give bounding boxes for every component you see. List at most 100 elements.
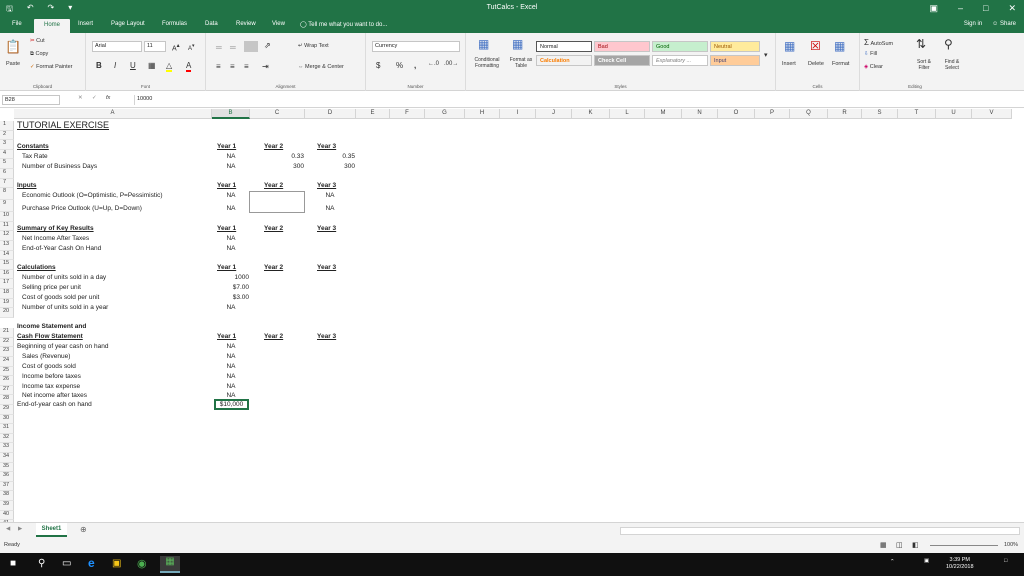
row-header-29[interactable]: 29 — [0, 405, 14, 415]
normal-view-icon[interactable]: ▦ — [880, 541, 887, 549]
sort-filter-icon[interactable]: ⇅ — [916, 37, 926, 51]
grow-font-icon[interactable]: A▴ — [172, 43, 180, 52]
row-header-1[interactable]: 1 — [0, 121, 14, 131]
column-header-c[interactable]: C — [250, 109, 305, 119]
row-header-18[interactable]: 18 — [0, 289, 14, 299]
ribbon-options-icon[interactable]: ▣ — [929, 3, 938, 14]
name-box[interactable]: B28 — [2, 95, 60, 105]
cogs-unit-y1[interactable]: $3.00 — [213, 293, 249, 302]
clock[interactable]: 3:39 PM 10/22/2018 — [946, 557, 974, 571]
constants-year1[interactable]: Year 1 — [217, 142, 236, 151]
business-days-label[interactable]: Number of Business Days — [22, 162, 97, 171]
calculations-header[interactable]: Calculations — [17, 263, 56, 272]
units-day-y1[interactable]: 1000 — [213, 273, 249, 282]
cut-button[interactable]: ✂ Cut — [30, 38, 45, 44]
row-header-16[interactable]: 16 — [0, 269, 14, 280]
row-header-11[interactable]: 11 — [0, 221, 14, 232]
column-header-o[interactable]: O — [718, 109, 755, 119]
fill-button[interactable]: ⇩ Fill — [864, 51, 877, 57]
percent-format-button[interactable]: % — [396, 61, 403, 70]
tab-formulas[interactable]: Formulas — [162, 21, 187, 27]
row-header-19[interactable]: 19 — [0, 298, 14, 309]
conditional-formatting-icon[interactable]: ▦ — [478, 37, 489, 51]
paste-icon[interactable]: 📋 — [5, 39, 21, 55]
column-header-i[interactable]: I — [500, 109, 536, 119]
style-check-cell[interactable]: Check Cell — [594, 55, 650, 66]
sheet-title[interactable]: TUTORIAL EXERCISE — [17, 121, 109, 130]
column-header-k[interactable]: K — [572, 109, 610, 119]
row-header-6[interactable]: 6 — [0, 169, 14, 179]
net-income-y1[interactable]: NA — [213, 234, 249, 243]
styles-more-icon[interactable]: ▾ — [764, 51, 768, 59]
row-header-22[interactable]: 22 — [0, 337, 14, 348]
format-cells-button[interactable]: Format — [832, 61, 849, 67]
align-top-icon[interactable]: ═ — [216, 43, 222, 52]
align-center-icon[interactable]: ≡ — [230, 62, 235, 71]
constants-header[interactable]: Constants — [17, 142, 49, 151]
sort-filter-button[interactable]: Sort & Filter — [912, 59, 936, 71]
constants-year2[interactable]: Year 2 — [264, 142, 283, 151]
net-income-label[interactable]: Net Income After Taxes — [22, 234, 89, 243]
tab-review[interactable]: Review — [236, 21, 256, 27]
column-header-r[interactable]: R — [828, 109, 862, 119]
row-header-32[interactable]: 32 — [0, 433, 14, 444]
tab-insert[interactable]: Insert — [78, 21, 93, 27]
units-year-y1[interactable]: NA — [213, 303, 249, 312]
row-header-25[interactable]: 25 — [0, 366, 14, 377]
income-header-line1[interactable]: Income Statement and — [17, 322, 86, 331]
row-header-37[interactable]: 37 — [0, 481, 14, 492]
summary-year1[interactable]: Year 1 — [217, 224, 236, 233]
delete-cells-icon[interactable]: ☒ — [810, 39, 821, 53]
search-icon[interactable]: ⚲ — [38, 558, 45, 569]
edge-icon[interactable]: e — [88, 556, 95, 570]
column-header-j[interactable]: J — [536, 109, 572, 119]
row-header-31[interactable]: 31 — [0, 424, 14, 434]
maximize-icon[interactable]: □ — [983, 3, 988, 14]
bold-button[interactable]: B — [96, 61, 102, 70]
row-header-33[interactable]: 33 — [0, 443, 14, 453]
inputs-year1[interactable]: Year 1 — [217, 181, 236, 190]
column-header-l[interactable]: L — [610, 109, 645, 119]
worksheet-grid[interactable]: ABCDEFGHIJKLMNOPQRSTUV 1 2 3 4 5 6 7 8 9 10 11 12 13… — [0, 109, 1024, 522]
underline-button[interactable]: U — [130, 61, 136, 70]
row-header-15[interactable]: 15 — [0, 260, 14, 270]
tax-rate-y2[interactable]: 0.33 — [252, 152, 304, 161]
tab-home[interactable]: Home — [34, 19, 71, 33]
row-header-21[interactable]: 21 — [0, 327, 14, 338]
next-sheet-icon[interactable]: ▶ — [18, 526, 22, 532]
row-header-2[interactable]: 2 — [0, 130, 14, 141]
cancel-icon[interactable]: ✕ — [78, 95, 83, 101]
inputs-year3[interactable]: Year 3 — [317, 181, 336, 190]
purchase-y3[interactable]: NA — [305, 204, 355, 213]
cogs-unit-label[interactable]: Cost of goods sold per unit — [22, 293, 99, 302]
task-view-icon[interactable]: ▭ — [62, 558, 71, 569]
currency-format-button[interactable]: $ — [376, 61, 380, 70]
constants-year3[interactable]: Year 3 — [317, 142, 336, 151]
close-icon[interactable]: ✕ — [1008, 3, 1016, 14]
column-header-n[interactable]: N — [682, 109, 718, 119]
tax-expense-label[interactable]: Income tax expense — [22, 382, 80, 391]
decrease-decimal-icon[interactable]: .00→ — [444, 61, 458, 67]
number-format-select[interactable]: Currency — [372, 41, 460, 52]
cogs-label[interactable]: Cost of goods sold — [22, 362, 76, 371]
tab-file[interactable]: File — [12, 21, 22, 27]
column-header-g[interactable]: G — [425, 109, 465, 119]
income-year1[interactable]: Year 1 — [217, 332, 236, 341]
tab-data[interactable]: Data — [205, 21, 218, 27]
align-right-icon[interactable]: ≡ — [244, 62, 249, 71]
row-header-5[interactable]: 5 — [0, 159, 14, 169]
summary-header[interactable]: Summary of Key Results — [17, 224, 94, 233]
excel-taskbar-icon[interactable]: ▦ — [160, 556, 180, 573]
summary-year2[interactable]: Year 2 — [264, 224, 283, 233]
row-header-30[interactable]: 30 — [0, 414, 14, 425]
row-header-14[interactable]: 14 — [0, 250, 14, 261]
tell-me-search[interactable]: ◯ Tell me what you want to do... — [300, 21, 387, 28]
row-header-8[interactable]: 8 — [0, 188, 14, 201]
calculations-year3[interactable]: Year 3 — [317, 263, 336, 272]
row-header-36[interactable]: 36 — [0, 472, 14, 482]
units-day-label[interactable]: Number of units sold in a day — [22, 273, 106, 282]
tray-up-icon[interactable]: ⌃ — [890, 559, 895, 565]
row-header-9[interactable]: 9 — [0, 200, 14, 213]
row-header-13[interactable]: 13 — [0, 241, 14, 251]
find-select-icon[interactable]: ⚲ — [944, 37, 953, 51]
